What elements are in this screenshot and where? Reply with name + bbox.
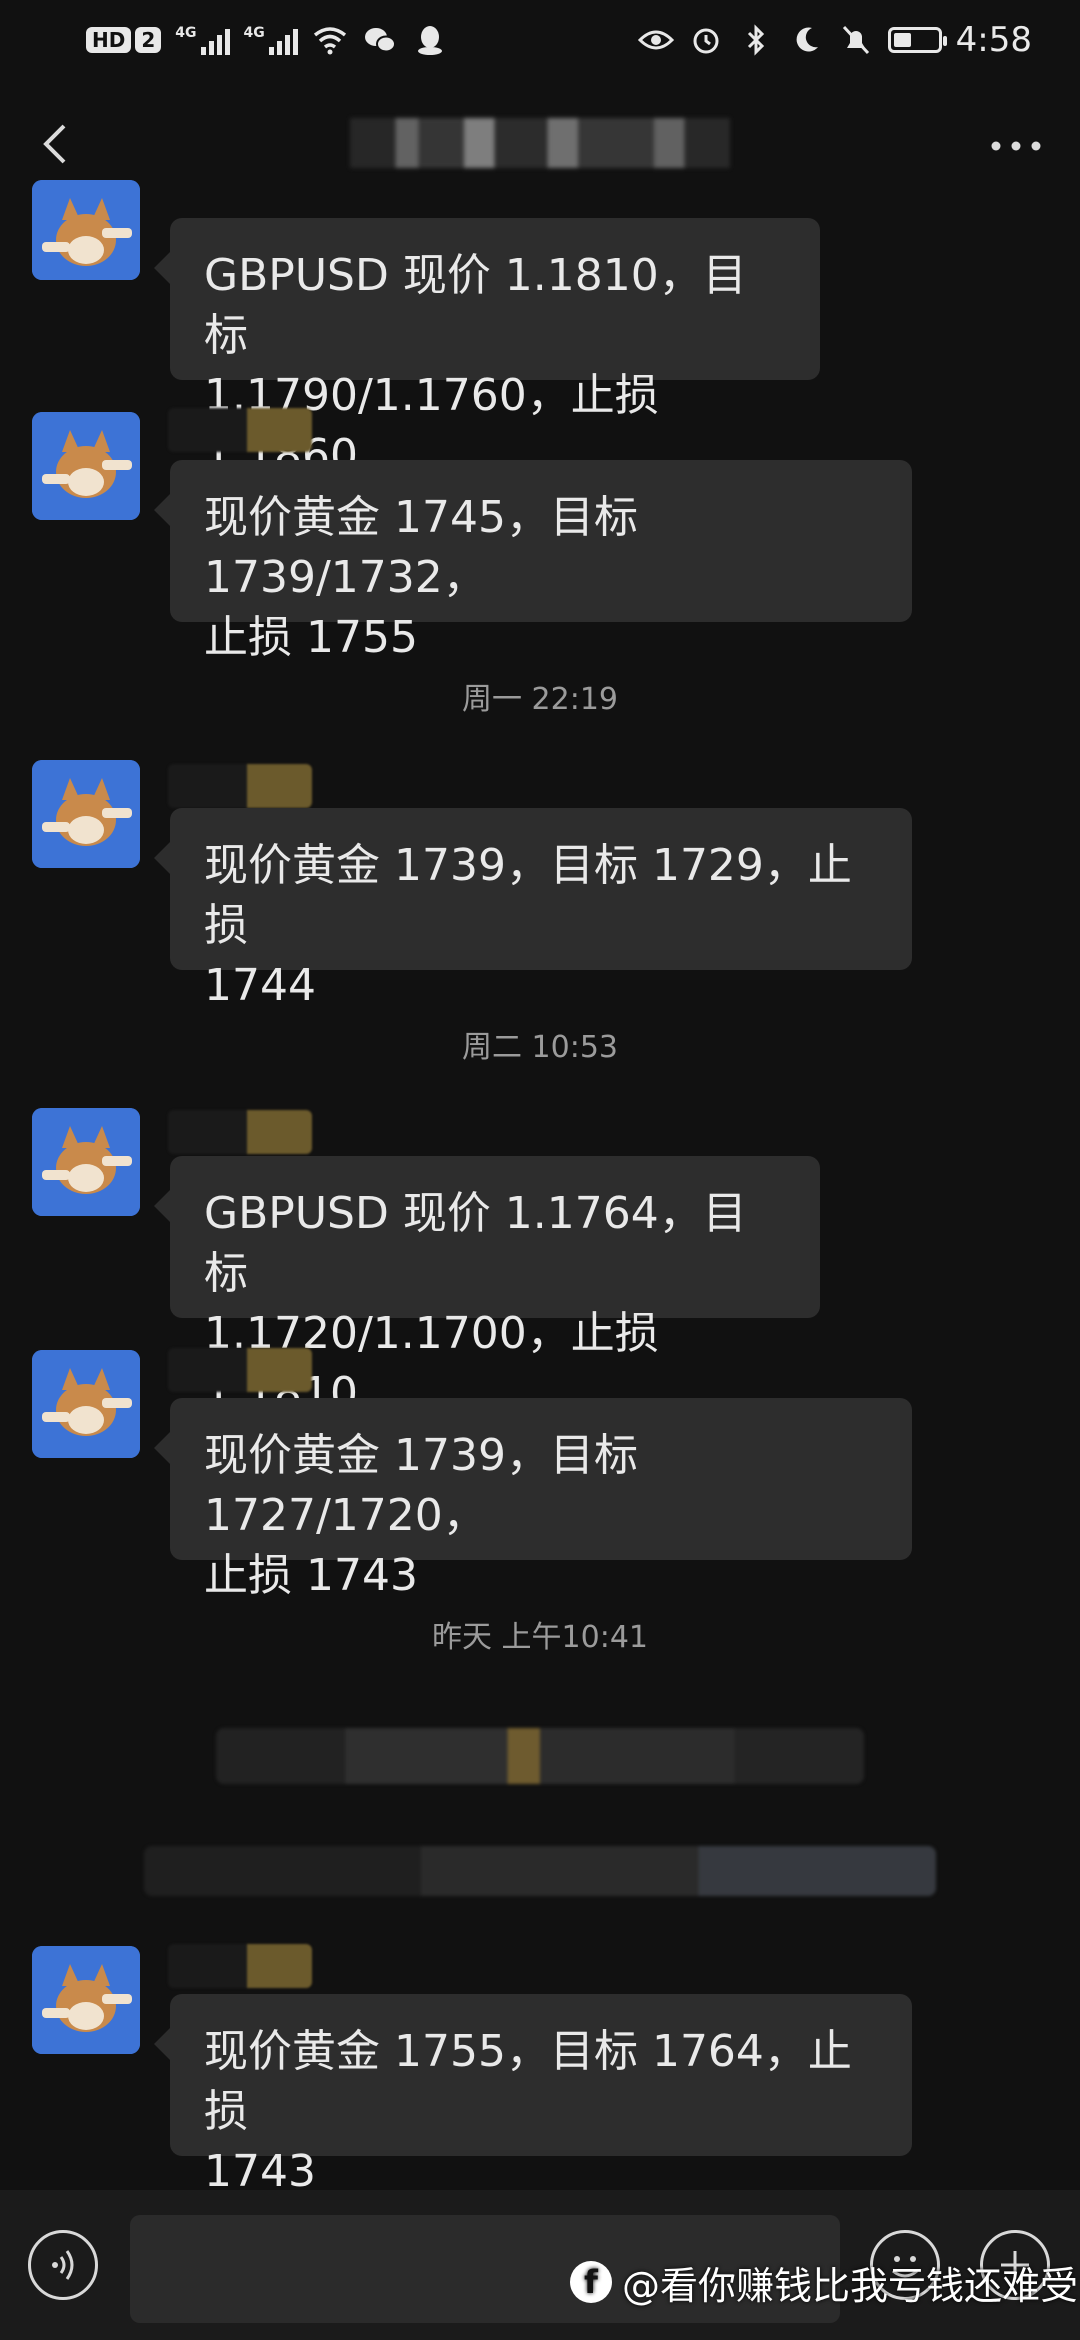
alarm-icon	[688, 22, 724, 58]
network-type-1: 4G	[175, 25, 197, 41]
dog-avatar-icon	[32, 760, 140, 868]
message-bubble[interactable]: 现价黄金 1739，目标 1729，止损 1744	[154, 808, 912, 1011]
avatar[interactable]	[32, 1108, 140, 1216]
chat-title-bar	[0, 96, 1080, 196]
status-right: 4:58	[637, 20, 1032, 60]
wifi-icon	[312, 22, 348, 58]
signal-icon: 4G	[244, 25, 298, 55]
timestamp: 周一 22:19	[462, 682, 618, 717]
dog-avatar-icon	[32, 1946, 140, 2054]
dog-avatar-icon	[32, 1350, 140, 1458]
moon-icon	[788, 22, 824, 58]
qq-icon	[412, 22, 448, 58]
eye-icon	[637, 22, 674, 58]
voice-icon	[52, 2250, 74, 2280]
timestamp: 昨天 上午10:41	[432, 1620, 648, 1655]
voice-button[interactable]	[28, 2230, 98, 2300]
avatar[interactable]	[32, 412, 140, 520]
facebook-logo-icon: f	[570, 2261, 612, 2303]
battery-icon	[887, 27, 947, 53]
chat-title-blurred	[350, 118, 730, 168]
sender-name-blurred	[168, 1944, 312, 1988]
status-left: HD 2 4G 4G	[86, 22, 448, 58]
dog-avatar-icon	[32, 180, 140, 280]
sender-name-blurred	[168, 1348, 312, 1392]
timestamp: 周二 10:53	[462, 1030, 618, 1065]
signal-icon: 4G	[175, 25, 230, 55]
battery-level	[893, 33, 911, 47]
more-dots-icon	[991, 141, 1041, 151]
message-bubble[interactable]: GBPUSD 现价 1.1810，目标 1.1790/1.1760，止损 1.1…	[154, 218, 820, 481]
watermark-text: @看你赚钱比我亏钱还难受	[622, 2263, 1079, 2308]
message-bubble[interactable]: GBPUSD 现价 1.1764，目标 1.1720/1.1700，止损 1.1…	[154, 1156, 820, 1419]
message-bubble[interactable]: 现价黄金 1745，目标 1739/1732， 止损 1755	[154, 460, 912, 663]
avatar[interactable]	[32, 760, 140, 868]
hd-badge: HD	[86, 27, 132, 53]
network-type-2: 4G	[243, 25, 265, 41]
blurred-system-row	[144, 1846, 936, 1896]
avatar[interactable]	[32, 180, 140, 280]
watermark: f @看你赚钱比我亏钱还难受	[570, 2252, 1078, 2312]
blurred-system-row	[216, 1728, 864, 1784]
message-bubble[interactable]: 现价黄金 1739，目标 1727/1720， 止损 1743	[154, 1398, 912, 1601]
message-bubble[interactable]: 现价黄金 1755，目标 1764，止损 1743	[154, 1994, 912, 2197]
status-bar: HD 2 4G 4G 4:58	[0, 0, 1080, 80]
back-button[interactable]	[30, 116, 86, 172]
wechat-icon	[362, 22, 398, 58]
bluetooth-icon	[738, 22, 774, 58]
clock-time: 4:58	[955, 20, 1032, 60]
sender-name-blurred	[168, 1110, 312, 1154]
sim-badge: 2	[135, 27, 162, 53]
dog-avatar-icon	[32, 412, 140, 520]
chevron-left-icon	[43, 124, 66, 164]
sender-name-blurred	[168, 764, 312, 808]
dog-avatar-icon	[32, 1108, 140, 1216]
avatar[interactable]	[32, 1946, 140, 2054]
bell-off-icon	[838, 22, 874, 58]
more-button[interactable]	[986, 126, 1046, 166]
avatar[interactable]	[32, 1350, 140, 1458]
sender-name-blurred	[168, 408, 312, 452]
